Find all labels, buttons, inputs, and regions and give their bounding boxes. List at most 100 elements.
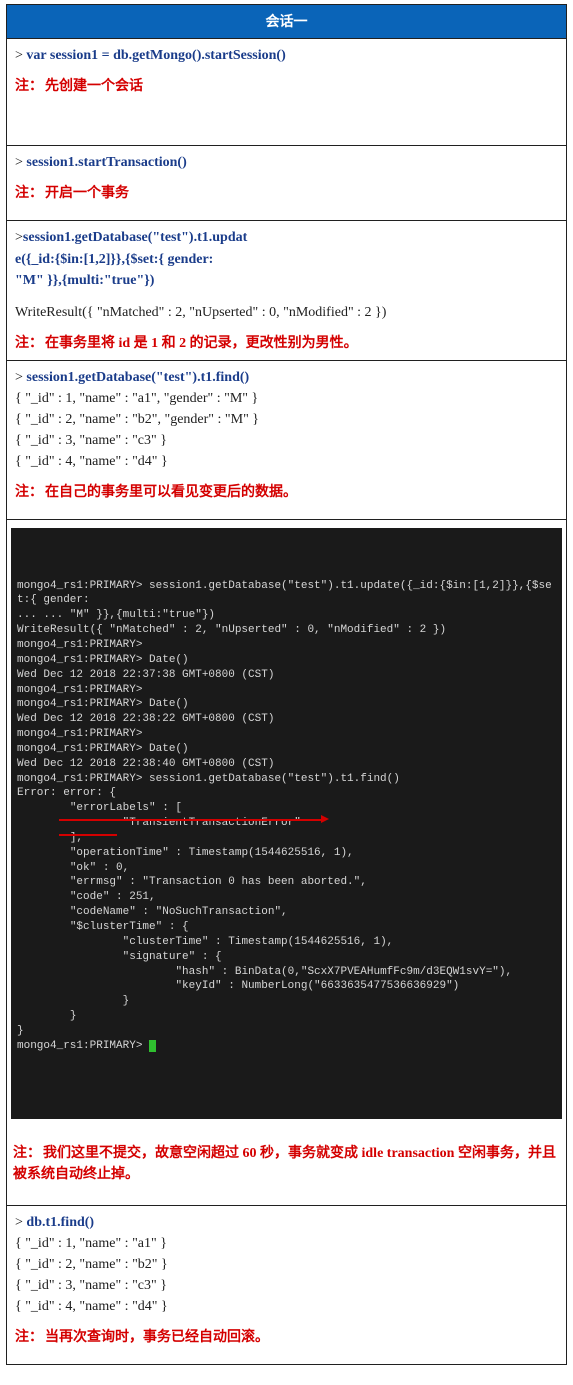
prompt-symbol: >: [15, 1215, 26, 1230]
note-text: 当再次查询时，事务已经自动回滚。: [45, 1330, 269, 1345]
arrow-icon: [321, 815, 329, 823]
cmd-text: session1.getDatabase("test").t1.updat: [23, 230, 247, 245]
page: 会话一 > var session1 = db.getMongo().start…: [0, 0, 573, 1385]
spacer: [15, 292, 558, 302]
cmd-create-session: > var session1 = db.getMongo().startSess…: [15, 45, 558, 66]
spacer: [15, 472, 558, 482]
note-label: 注：: [15, 79, 43, 94]
terminal-block: mongo4_rs1:PRIMARY> session1.getDatabase…: [11, 528, 562, 1119]
terminal-line: WriteResult({ "nMatched" : 2, "nUpserted…: [17, 623, 556, 638]
underline-errmsg: [59, 819, 321, 821]
terminal-line: }: [17, 994, 556, 1009]
terminal-line: "operationTime" : Timestamp(1544625516, …: [17, 846, 556, 861]
note-text: 在自己的事务里可以看见变更后的数据。: [45, 485, 297, 500]
cmd-text: session1.startTransaction(): [26, 155, 186, 170]
terminal-line: mongo4_rs1:PRIMARY>: [17, 683, 556, 698]
cell-start-transaction: > session1.startTransaction() 注：开启一个事务: [7, 146, 567, 221]
terminal-line: "code" : 251,: [17, 890, 556, 905]
table-header: 会话一: [7, 5, 567, 39]
spacer: [15, 1317, 558, 1327]
note-create-session: 注：先创建一个会话: [15, 76, 558, 97]
spacer: [15, 66, 558, 76]
prompt-symbol: >: [15, 48, 26, 63]
terminal-line: mongo4_rs1:PRIMARY> Date(): [17, 742, 556, 757]
cell-create-session: > var session1 = db.getMongo().startSess…: [7, 39, 567, 146]
session-table: 会话一 > var session1 = db.getMongo().start…: [6, 4, 567, 1365]
terminal-line: Wed Dec 12 2018 22:38:22 GMT+0800 (CST): [17, 712, 556, 727]
terminal-line: "errmsg" : "Transaction 0 has been abort…: [17, 875, 556, 890]
note-text: 我们这里不提交，故意空闲超过 60 秒，事务就变成 idle transacti…: [13, 1146, 556, 1182]
terminal-line: Wed Dec 12 2018 22:37:38 GMT+0800 (CST): [17, 668, 556, 683]
spacer: [13, 1121, 560, 1143]
cmd-find-in-tx: > session1.getDatabase("test").t1.find(): [15, 367, 558, 388]
prompt-symbol: >: [15, 230, 23, 245]
cmd-text: db.t1.find(): [26, 1215, 94, 1230]
note-find-in-tx: 注：在自己的事务里可以看见变更后的数据。: [15, 482, 558, 503]
note-label: 注：: [13, 1146, 41, 1161]
underline-code: [59, 834, 117, 836]
cell-find-in-tx: > session1.getDatabase("test").t1.find()…: [7, 361, 567, 520]
spacer: [13, 1185, 560, 1195]
terminal-line: ... ... "M" }},{multi:"true"}): [17, 608, 556, 623]
terminal-line: mongo4_rs1:PRIMARY>: [17, 638, 556, 653]
spacer: [15, 503, 558, 513]
cell-update: >session1.getDatabase("test").t1.updat e…: [7, 221, 567, 361]
find-result-line: { "_id" : 1, "name" : "a1" }: [15, 1233, 558, 1254]
terminal-line: }: [17, 1009, 556, 1024]
terminal-line: mongo4_rs1:PRIMARY>: [17, 1039, 556, 1054]
spacer: [15, 1348, 558, 1358]
terminal-line: }: [17, 1024, 556, 1039]
cmd-find-after: > db.t1.find(): [15, 1212, 558, 1233]
terminal-line: mongo4_rs1:PRIMARY> session1.getDatabase…: [17, 772, 556, 787]
terminal-line: "ok" : 0,: [17, 861, 556, 876]
terminal-line: "hash" : BinData(0,"ScxX7PVEAHumfFc9m/d3…: [17, 965, 556, 980]
find-result-line: { "_id" : 1, "name" : "a1", "gender" : "…: [15, 388, 558, 409]
cmd-text: session1 = db.getMongo().startSession(): [46, 48, 285, 63]
note-label: 注：: [15, 186, 43, 201]
terminal-cursor: [149, 1040, 156, 1052]
terminal-line: "codeName" : "NoSuchTransaction",: [17, 905, 556, 920]
terminal-line: "errorLabels" : [: [17, 801, 556, 816]
terminal-line: mongo4_rs1:PRIMARY> Date(): [17, 653, 556, 668]
terminal-line: Error: error: {: [17, 786, 556, 801]
cmd-update: >session1.getDatabase("test").t1.updat e…: [15, 227, 558, 292]
find-result-line: { "_id" : 2, "name" : "b2", "gender" : "…: [15, 409, 558, 430]
keyword-var: var: [26, 48, 46, 63]
find-result-line: { "_id" : 3, "name" : "c3" }: [15, 430, 558, 451]
cell-terminal: mongo4_rs1:PRIMARY> session1.getDatabase…: [7, 520, 567, 1206]
note-update: 注：在事务里将 id 是 1 和 2 的记录，更改性别为男性。: [15, 333, 558, 354]
note-text: 开启一个事务: [45, 186, 129, 201]
prompt-symbol: >: [15, 155, 26, 170]
terminal-line: "clusterTime" : Timestamp(1544625516, 1)…: [17, 935, 556, 950]
find-result-line: { "_id" : 4, "name" : "d4" }: [15, 1296, 558, 1317]
note-start-transaction: 注：开启一个事务: [15, 183, 558, 204]
find-result-line: { "_id" : 3, "name" : "c3" }: [15, 1275, 558, 1296]
find-result-line: { "_id" : 2, "name" : "b2" }: [15, 1254, 558, 1275]
terminal-line: "$clusterTime" : {: [17, 920, 556, 935]
spacer: [15, 204, 558, 214]
note-idle-transaction: 注：我们这里不提交，故意空闲超过 60 秒，事务就变成 idle transac…: [13, 1143, 560, 1185]
note-label: 注：: [15, 336, 43, 351]
cmd-text: session1.getDatabase("test").t1.find(): [26, 370, 249, 385]
note-label: 注：: [15, 485, 43, 500]
spacer: [15, 173, 558, 183]
cmd-start-transaction: > session1.startTransaction(): [15, 152, 558, 173]
note-label: 注：: [15, 1330, 43, 1345]
terminal-line: mongo4_rs1:PRIMARY> Date(): [17, 697, 556, 712]
terminal-line: mongo4_rs1:PRIMARY>: [17, 727, 556, 742]
cmd-text: "M" }},{multi:"true"}): [15, 273, 154, 288]
cmd-text: e({_id:{$in:[1,2]}},{$set:{ gender:: [15, 252, 213, 267]
note-text: 先创建一个会话: [45, 79, 143, 94]
prompt-symbol: >: [15, 370, 26, 385]
find-result-line: { "_id" : 4, "name" : "d4" }: [15, 451, 558, 472]
note-text: 在事务里将 id 是 1 和 2 的记录，更改性别为男性。: [45, 336, 358, 351]
terminal-line: "signature" : {: [17, 950, 556, 965]
spacer: [15, 97, 558, 139]
terminal-line: Wed Dec 12 2018 22:38:40 GMT+0800 (CST): [17, 757, 556, 772]
terminal-line: mongo4_rs1:PRIMARY> session1.getDatabase…: [17, 579, 556, 609]
terminal-line: "keyId" : NumberLong("663363547753663692…: [17, 979, 556, 994]
header-title: 会话一: [266, 13, 308, 29]
spacer: [15, 323, 558, 333]
update-result: WriteResult({ "nMatched" : 2, "nUpserted…: [15, 302, 558, 323]
cell-find-after: > db.t1.find() { "_id" : 1, "name" : "a1…: [7, 1205, 567, 1364]
